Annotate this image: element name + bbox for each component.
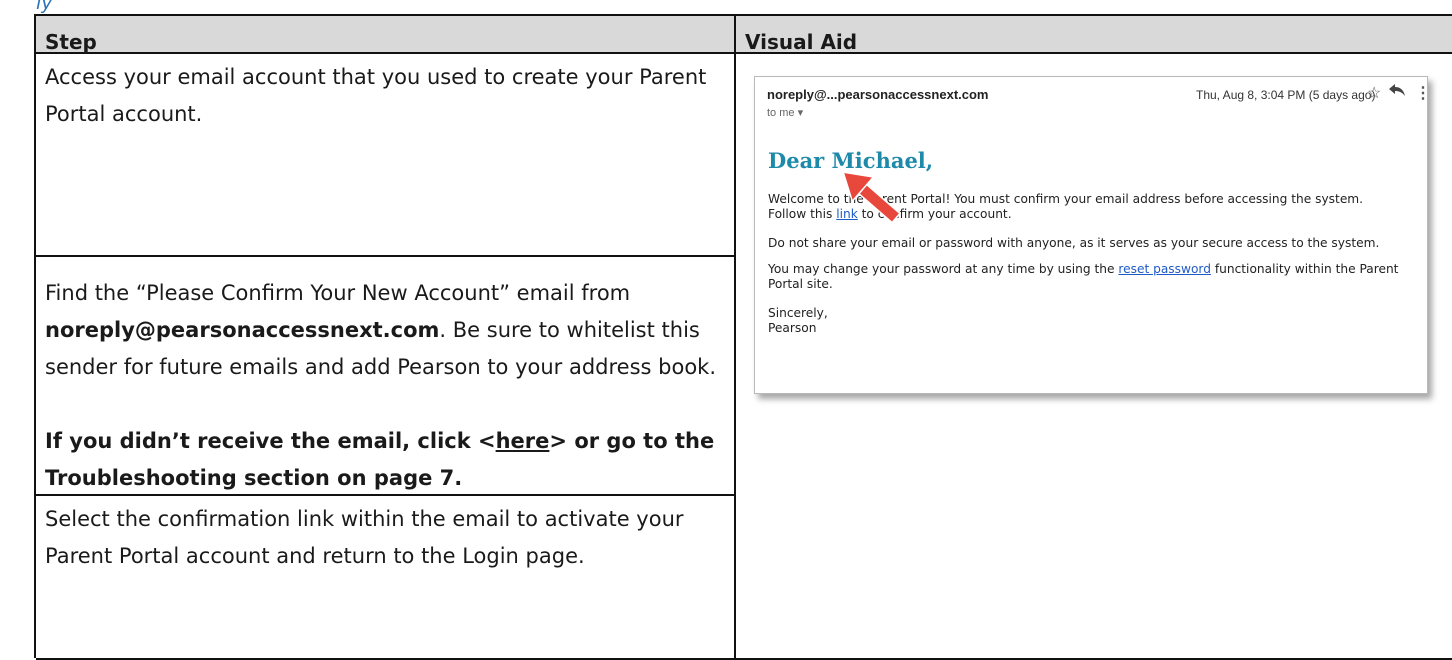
header-visual-aid: Visual Aid <box>736 16 1452 54</box>
step-1-text: Access your email account that you used … <box>45 65 707 126</box>
sender-email: noreply@pearsonaccessnext.com <box>45 318 440 342</box>
step-2-note: If you didn’t receive the email, click <… <box>45 429 715 490</box>
here-link[interactable]: here <box>496 429 550 453</box>
red-arrow-icon <box>842 171 901 224</box>
email-screenshot: noreply@...pearsonaccessnext.com to me ▾… <box>754 76 1431 394</box>
header-step: Step <box>36 16 736 54</box>
step-3: Select the confirmation link within the … <box>36 496 736 660</box>
step-2: Find the “Please Confirm Your New Accoun… <box>36 257 736 496</box>
step-1: Access your email account that you used … <box>36 54 736 257</box>
step-2-text: Find the “Please Confirm Your New Accoun… <box>45 281 717 379</box>
section-title-fragment: ly <box>36 0 53 14</box>
step-3-text: Select the confirmation link within the … <box>45 507 684 568</box>
